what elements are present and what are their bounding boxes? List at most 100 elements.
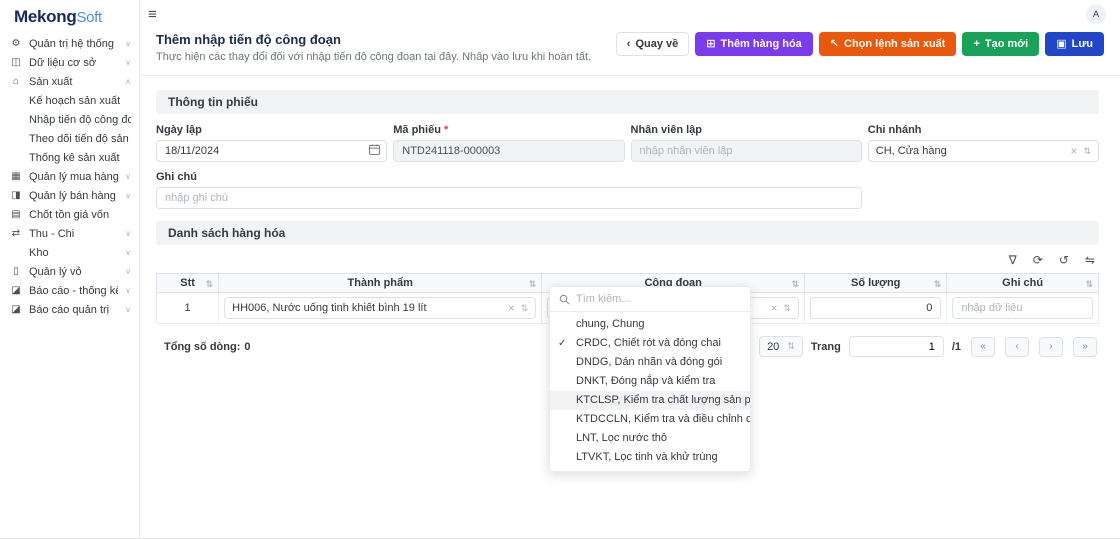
row-product-cell: HH006, Nước uống tinh khiết bình 19 lít …	[219, 293, 542, 324]
brand-name-secondary: Soft	[76, 9, 101, 26]
dropdown-option[interactable]: chung, Chung	[550, 315, 750, 334]
branch-select-value: CH, Cửa hàng	[876, 145, 1065, 157]
sidebar-item-admin-reports[interactable]: ◪ Báo cáo quản trị ∨	[0, 300, 139, 319]
sidebar-item-sales[interactable]: ◨ Quản lý bán hàng ∨	[0, 186, 139, 205]
total-rows: Tổng số dòng: 0	[164, 341, 251, 353]
product-select[interactable]: HH006, Nước uống tinh khiết bình 19 lít …	[224, 297, 536, 319]
chevron-down-icon: ∨	[125, 172, 131, 181]
select-stepper-icon[interactable]: ⇅	[521, 304, 529, 313]
sidebar-item-container-mgmt[interactable]: ▯ Quản lý vỏ ∨	[0, 262, 139, 281]
col-header-note: Ghi chú⇅	[947, 274, 1099, 293]
create-new-label: Tạo mới	[985, 38, 1028, 50]
select-stepper-icon[interactable]: ⇅	[1083, 147, 1091, 156]
sidebar-item-cost-closing[interactable]: ▤ Chốt tồn giá vốn	[0, 205, 139, 224]
column-settings-icon[interactable]: ⇋	[1085, 254, 1095, 266]
sidebar-item-system-admin[interactable]: ⚙ Quản trị hệ thống ∨	[0, 34, 139, 53]
code-input	[393, 140, 624, 162]
page-label: Trang	[811, 341, 841, 353]
sidebar-item-purchasing[interactable]: ▦ Quản lý mua hàng ∨	[0, 167, 139, 186]
sidebar-item-stage-progress-entry[interactable]: Nhập tiến độ công đoạn	[0, 110, 139, 129]
add-goods-label: Thêm hàng hóa	[721, 38, 802, 50]
select-stepper-icon[interactable]: ⇅	[784, 304, 792, 313]
chevron-up-icon: ∧	[125, 77, 131, 86]
select-stepper-icon: ⇅	[787, 342, 795, 351]
menu-toggle-icon[interactable]: ≡	[148, 7, 157, 22]
sort-icon[interactable]: ⇅	[529, 279, 537, 290]
row-note-input[interactable]	[952, 297, 1093, 319]
dropdown-option-selected[interactable]: ✓CRDC, Chiết rót và đóng chai	[550, 334, 750, 353]
sidebar-item-warehouse[interactable]: Kho ∨	[0, 243, 139, 262]
cart-icon: ▦	[10, 171, 22, 182]
clear-icon[interactable]: ×	[508, 302, 515, 314]
sort-icon[interactable]: ⇅	[206, 279, 214, 290]
ticket-info-section-header: Thông tin phiếu	[156, 90, 1099, 114]
database-icon: ◫	[10, 57, 22, 68]
dropdown-search-input[interactable]	[576, 293, 741, 305]
transfer-icon: ⇄	[10, 228, 22, 239]
pointer-icon: ↖	[830, 39, 839, 50]
create-new-button[interactable]: + Tạo mới	[962, 32, 1039, 56]
date-input[interactable]	[156, 140, 387, 162]
check-icon: ✓	[558, 337, 566, 350]
sidebar-item-production-stats[interactable]: Thống kê sản xuất	[0, 148, 139, 167]
code-label: Mã phiếu *	[393, 124, 624, 136]
col-header-quantity: Số lượng⇅	[805, 274, 947, 293]
dropdown-search	[550, 287, 750, 312]
date-label: Ngày lập	[156, 124, 387, 136]
stage-dropdown: chung, Chung ✓CRDC, Chiết rót và đóng ch…	[549, 286, 751, 472]
dropdown-option[interactable]: KTDCCLN, Kiểm tra và điều chỉnh chất lượ…	[550, 410, 750, 429]
dropdown-option[interactable]: LTVKT, Lọc tinh và khử trùng	[550, 448, 750, 467]
note-label: Ghi chú	[156, 171, 862, 183]
factory-icon: ⌂	[10, 76, 22, 87]
employee-field: Nhân viên lập	[631, 124, 862, 162]
sidebar-item-production-plan[interactable]: Kế hoạch sản xuất	[0, 91, 139, 110]
product-select-value: HH006, Nước uống tinh khiết bình 19 lít	[232, 302, 502, 314]
chart-icon: ◪	[10, 285, 22, 296]
dropdown-option[interactable]: DNDG, Dán nhãn và đóng gói	[550, 353, 750, 372]
clear-icon[interactable]: ×	[1070, 145, 1077, 157]
sidebar-item-label: Thống kê sản xuất	[29, 152, 131, 164]
branch-select[interactable]: CH, Cửa hàng × ⇅	[868, 140, 1099, 162]
chevron-down-icon: ∨	[125, 248, 131, 257]
history-icon[interactable]: ↺	[1059, 254, 1069, 266]
dropdown-option[interactable]: DNKT, Đóng nắp và kiểm tra	[550, 372, 750, 391]
chevron-down-icon: ∨	[125, 39, 131, 48]
calendar-icon[interactable]	[369, 144, 380, 155]
note-input[interactable]	[156, 187, 862, 209]
first-page-button[interactable]: «	[971, 337, 995, 357]
clear-icon[interactable]: ×	[771, 302, 778, 314]
sort-icon[interactable]: ⇅	[934, 279, 942, 290]
sidebar-item-production-progress-tracking[interactable]: Theo dõi tiến độ sản xuất	[0, 129, 139, 148]
sidebar-item-production[interactable]: ⌂ Sản xuất ∧	[0, 72, 139, 91]
total-rows-value: 0	[244, 341, 250, 353]
brand-logo[interactable]: MekongSoft	[0, 0, 139, 31]
sort-icon[interactable]: ⇅	[792, 279, 800, 290]
prev-page-button[interactable]: ‹	[1005, 337, 1029, 357]
sidebar-item-label: Quản trị hệ thống	[29, 38, 118, 50]
sidebar-item-base-data[interactable]: ◫ Dữ liệu cơ sở ∨	[0, 53, 139, 72]
page-header-titles: Thêm nhập tiến độ công đoạn Thực hiện cá…	[156, 32, 591, 63]
goods-list-section-header: Danh sách hàng hóa	[156, 221, 1099, 245]
select-production-order-button[interactable]: ↖ Chọn lệnh sản xuất	[819, 32, 957, 56]
sidebar-item-income-expense[interactable]: ⇄ Thu - Chi ∨	[0, 224, 139, 243]
dropdown-options: chung, Chung ✓CRDC, Chiết rót và đóng ch…	[550, 312, 750, 467]
dropdown-option[interactable]: LNT, Lọc nước thô	[550, 429, 750, 448]
add-goods-button[interactable]: ⊞ Thêm hàng hóa	[695, 32, 813, 56]
filter-icon[interactable]: ∇	[1009, 254, 1017, 266]
refresh-icon[interactable]: ⟳	[1033, 254, 1043, 266]
branch-field: Chi nhánh CH, Cửa hàng × ⇅	[868, 124, 1099, 162]
sidebar-item-reports-stats[interactable]: ◪ Báo cáo - thống kê ∨	[0, 281, 139, 300]
back-button[interactable]: ‹ Quay về	[616, 32, 689, 56]
per-page-value: 20	[767, 341, 779, 353]
sort-icon[interactable]: ⇅	[1085, 279, 1093, 290]
per-page-select[interactable]: 20 ⇅	[759, 336, 803, 357]
avatar[interactable]: A	[1086, 4, 1106, 24]
dropdown-option-highlighted[interactable]: KTCLSP, Kiểm tra chất lượng sản phẩm cuố…	[550, 391, 750, 410]
sale-icon: ◨	[10, 190, 22, 201]
page-number-input[interactable]	[849, 336, 944, 357]
next-page-button[interactable]: ›	[1039, 337, 1063, 357]
gear-icon: ⚙	[10, 38, 22, 49]
save-button[interactable]: ▣ Lưu	[1045, 32, 1104, 56]
quantity-input[interactable]	[810, 297, 941, 319]
last-page-button[interactable]: »	[1073, 337, 1097, 357]
